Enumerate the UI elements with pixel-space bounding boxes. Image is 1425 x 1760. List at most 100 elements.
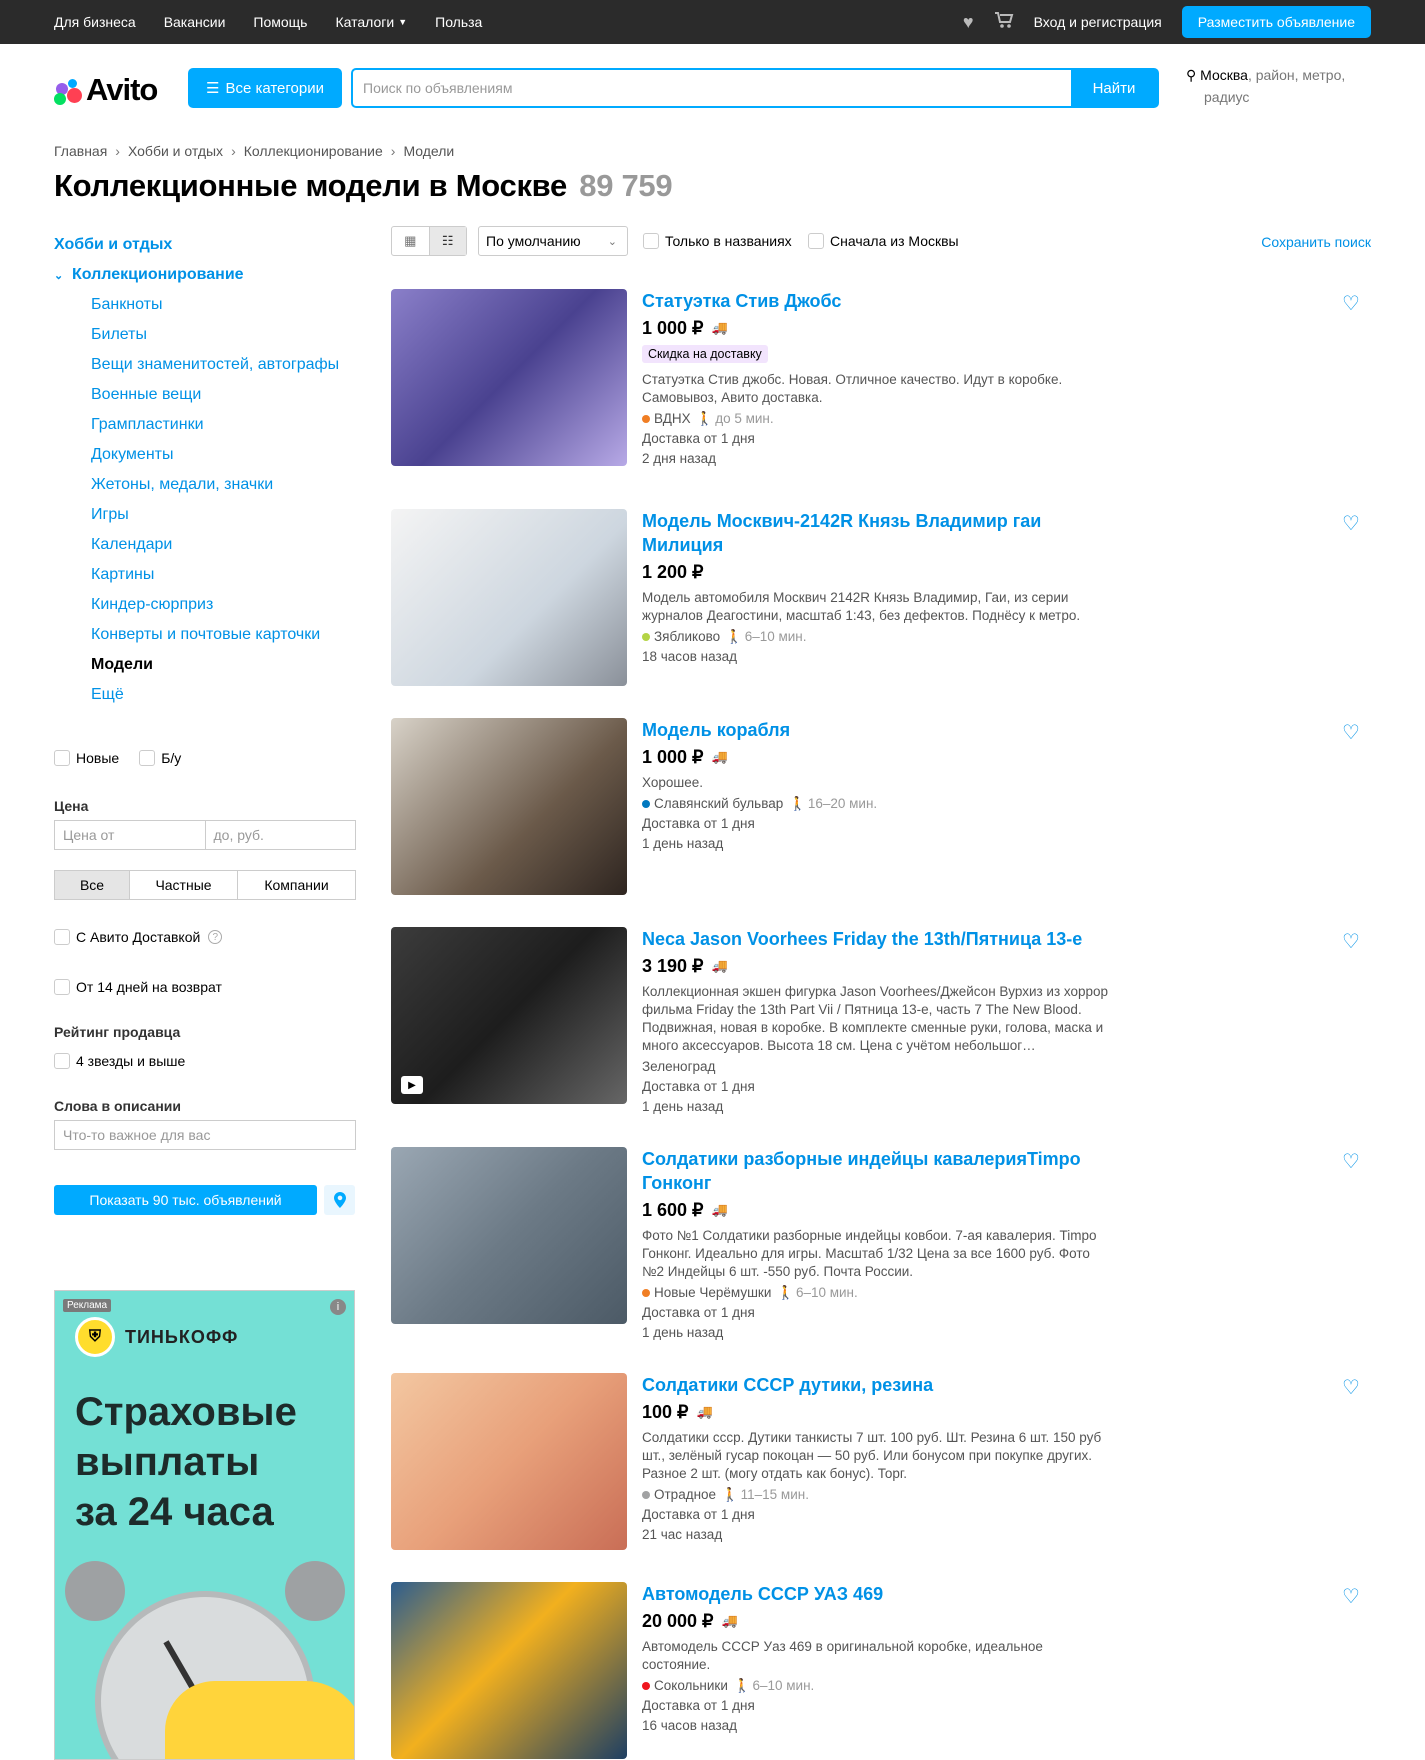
show-results-button[interactable]: Показать 90 тыс. объявлений — [54, 1185, 317, 1215]
logo-text: Avito — [86, 72, 158, 107]
grid-view-icon[interactable]: ▦ — [392, 227, 429, 255]
location-selector[interactable]: ⚲ Москва, район, метро, радиус — [1186, 64, 1366, 108]
info-icon[interactable]: i — [330, 1299, 346, 1315]
nav-help[interactable]: Помощь — [253, 14, 307, 30]
seller-company-tab[interactable]: Компании — [238, 871, 355, 899]
price-to-input[interactable]: до, руб. — [204, 821, 356, 849]
price-from-input[interactable]: Цена от — [55, 821, 205, 849]
list-view-icon[interactable]: ☷ — [428, 227, 466, 255]
sort-select[interactable]: По умолчанию ⌄ — [478, 226, 628, 256]
listing-title[interactable]: Neca Jason Voorhees Friday the 13th/Пятн… — [642, 927, 1087, 951]
seller-private-tab[interactable]: Частные — [130, 871, 238, 899]
tinkoff-logo-icon: ⛨ — [75, 1317, 115, 1357]
avito-logo[interactable]: Avito — [54, 72, 158, 108]
delivery-truck-icon: 🚚 — [711, 958, 728, 973]
listing-title[interactable]: Модель Москвич-2142R Князь Владимир гаи … — [642, 509, 1087, 557]
login-link[interactable]: Вход и регистрация — [1034, 14, 1162, 30]
subcategory-item[interactable]: Жетоны, медали, значки — [54, 476, 356, 506]
listing-title[interactable]: Автомодель СССР УАЗ 469 — [642, 1582, 1087, 1606]
listing-date: 21 час назад — [642, 1527, 723, 1542]
video-play-icon[interactable]: ▶ — [401, 1076, 423, 1094]
favorite-heart-icon[interactable]: ♡ — [1342, 720, 1360, 745]
subcategory-item[interactable]: Грампластинки — [54, 416, 356, 446]
search-input[interactable]: Поиск по объявлениям — [353, 70, 1071, 106]
only-titles-checkbox[interactable]: Только в названиях — [643, 233, 792, 249]
clock-bell-left — [65, 1561, 125, 1621]
listing-photo[interactable] — [391, 509, 627, 686]
chevron-down-icon: ⌄ — [54, 269, 64, 282]
crumb-models[interactable]: Модели — [403, 143, 454, 159]
cond-used-checkbox[interactable]: Б/у — [139, 750, 181, 766]
map-pin-icon[interactable] — [324, 1185, 355, 1215]
metro-dot — [642, 633, 650, 642]
favorite-heart-icon[interactable]: ♡ — [1342, 291, 1360, 316]
ad-banner[interactable]: Реклама i ⛨ ТИНЬКОФФ Страховые выплаты з… — [54, 1290, 355, 1760]
listing-photo[interactable] — [391, 289, 627, 466]
moscow-first-checkbox[interactable]: Сначала из Москвы — [808, 233, 959, 249]
metro-line: Зябликово 🚶 6–10 мин. — [642, 627, 1112, 647]
subcategory-item[interactable]: Документы — [54, 446, 356, 476]
listing-date: 1 день назад — [642, 1325, 724, 1340]
checkbox-box — [54, 929, 70, 945]
category-hobby[interactable]: Хобби и отдых — [54, 236, 356, 254]
crumb-home[interactable]: Главная — [54, 143, 107, 159]
subcategory-item[interactable]: Конверты и почтовые карточки — [54, 626, 356, 656]
subcategory-item[interactable]: Киндер-сюрприз — [54, 596, 356, 626]
crumb-collecting[interactable]: Коллекционирование — [244, 143, 383, 159]
subcategory-more[interactable]: Ещё — [54, 686, 356, 716]
walk-icon: 🚶 — [733, 1678, 751, 1693]
cond-new-checkbox[interactable]: Новые — [54, 750, 119, 766]
nav-catalogs[interactable]: Каталоги ▼ — [335, 14, 407, 30]
return-checkbox[interactable]: От 14 дней на возврат — [54, 979, 222, 995]
listing-photo[interactable] — [391, 1373, 627, 1550]
crumb-hobby[interactable]: Хобби и отдых — [128, 143, 223, 159]
walk-time: 6–10 мин. — [752, 1678, 815, 1693]
listing-title[interactable]: Модель корабля — [642, 718, 1087, 742]
ad-slogan: Страховые выплаты за 24 часа — [75, 1387, 345, 1537]
category-collecting[interactable]: ⌄ Коллекционирование — [54, 266, 356, 284]
favorite-heart-icon[interactable]: ♡ — [1342, 1149, 1360, 1174]
heart-icon[interactable]: ♥ — [963, 12, 974, 33]
price-label: Цена — [54, 798, 89, 814]
help-icon[interactable]: ? — [208, 930, 223, 944]
subcategory-item[interactable]: Вещи знаменитостей, автографы — [54, 356, 356, 386]
listing-meta: Отрадное 🚶 11–15 мин. Доставка от 1 дня 2… — [642, 1485, 1112, 1545]
price-value: 20 000 ₽ — [642, 1610, 714, 1631]
listing-price: 1 600 ₽ 🚚 — [642, 1197, 1112, 1223]
words-input[interactable]: Что-то важное для вас — [54, 1120, 356, 1150]
favorite-heart-icon[interactable]: ♡ — [1342, 511, 1360, 536]
subcategory-item[interactable]: Военные вещи — [54, 386, 356, 416]
metro-line: ВДНХ 🚶 до 5 мин. — [642, 409, 1112, 429]
favorite-heart-icon[interactable]: ♡ — [1342, 1584, 1360, 1609]
listing-title[interactable]: Солдатики СССР дутики, резина — [642, 1373, 1087, 1397]
chevron-right-icon: › — [231, 143, 236, 159]
listing-photo[interactable] — [391, 1147, 627, 1324]
subcategory-item[interactable]: Банкноты — [54, 296, 356, 326]
search-button[interactable]: Найти — [1071, 70, 1157, 106]
listing-title[interactable]: Солдатики разборные индейцы кавалерияTim… — [642, 1147, 1087, 1195]
avito-delivery-checkbox[interactable]: С Авито Доставкой? — [54, 929, 223, 945]
nav-business[interactable]: Для бизнеса — [54, 14, 136, 30]
nav-vacancies[interactable]: Вакансии — [164, 14, 226, 30]
nav-benefit[interactable]: Польза — [435, 14, 482, 30]
cart-icon[interactable] — [994, 11, 1014, 34]
subcategory-item[interactable]: Игры — [54, 506, 356, 536]
rating-checkbox[interactable]: 4 звезды и выше — [54, 1053, 185, 1069]
favorite-heart-icon[interactable]: ♡ — [1342, 929, 1360, 954]
subcategory-item[interactable]: Картины — [54, 566, 356, 596]
favorite-heart-icon[interactable]: ♡ — [1342, 1375, 1360, 1400]
listing-meta: Новые Черёмушки 🚶 6–10 мин. Доставка от 1… — [642, 1283, 1112, 1343]
listing-meta: Сокольники 🚶 6–10 мин. Доставка от 1 дня … — [642, 1676, 1112, 1736]
listing-photo[interactable] — [391, 1582, 627, 1759]
all-categories-button[interactable]: ☰ Все категории — [188, 68, 342, 108]
subcategory-item[interactable]: Календари — [54, 536, 356, 566]
listing-title[interactable]: Статуэтка Стив Джобс — [642, 289, 1087, 313]
subcategory-item[interactable]: Билеты — [54, 326, 356, 356]
listing-meta: ВДНХ 🚶 до 5 мин. Доставка от 1 дня 2 дня … — [642, 409, 1112, 469]
listing-photo[interactable]: ▶ — [391, 927, 627, 1104]
listing-photo[interactable] — [391, 718, 627, 895]
save-search-link[interactable]: Сохранить поиск — [1261, 234, 1371, 250]
post-ad-button[interactable]: Разместить объявление — [1181, 6, 1371, 38]
subcategory-list: Банкноты Билеты Вещи знаменитостей, авто… — [54, 296, 356, 716]
seller-all-tab[interactable]: Все — [55, 871, 130, 899]
